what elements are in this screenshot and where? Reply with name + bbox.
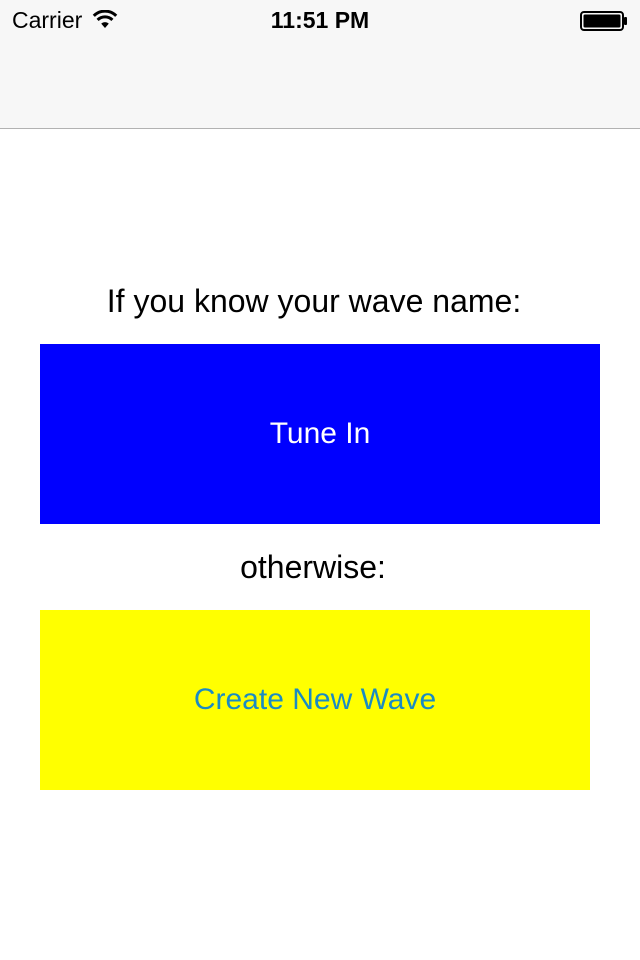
tune-in-button[interactable]: Tune In <box>40 344 600 524</box>
status-time: 11:51 PM <box>270 7 370 33</box>
status-bar: Carrier 11:51 PM <box>0 0 640 40</box>
create-new-wave-label: Create New Wave <box>193 683 437 716</box>
tune-in-label: Tune In <box>269 417 371 450</box>
navigation-bar <box>0 40 640 129</box>
battery-icon <box>580 11 627 31</box>
known-wave-prompt: If you know your wave name: <box>106 283 522 319</box>
otherwise-prompt: otherwise: <box>240 549 386 585</box>
create-new-wave-button[interactable]: Create New Wave <box>40 610 590 790</box>
